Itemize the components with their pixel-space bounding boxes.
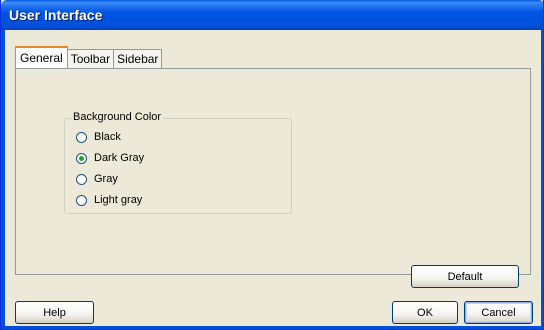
radio-black-label: Black (94, 131, 121, 143)
title-bar[interactable]: User Interface (1, 0, 543, 30)
radio-dark-gray-label: Dark Gray (94, 152, 145, 164)
radio-button-icon[interactable] (76, 194, 87, 206)
radio-black[interactable]: Black (76, 129, 121, 145)
radio-dark-gray[interactable]: Dark Gray (76, 150, 144, 166)
tab-panel-general: Background Color Black Dark Gray Gray Li… (15, 68, 531, 288)
radio-gray[interactable]: Gray (76, 171, 118, 187)
cancel-button[interactable]: Cancel (464, 301, 533, 324)
radio-button-icon[interactable] (76, 131, 87, 143)
radio-light-gray[interactable]: Light gray (76, 192, 142, 208)
help-button[interactable]: Help (15, 301, 94, 324)
ok-button[interactable]: OK (392, 301, 458, 324)
tab-general[interactable]: General (15, 46, 68, 68)
background-color-group-label: Background Color (71, 111, 164, 123)
radio-button-selected-icon[interactable] (76, 152, 87, 164)
radio-light-gray-label: Light gray (94, 194, 143, 206)
background-color-group: Background Color Black Dark Gray Gray Li… (64, 111, 292, 214)
dialog-client-area: General Toolbar Sidebar Background Color… (5, 30, 541, 326)
window-title: User Interface (9, 7, 103, 23)
default-button[interactable]: Default (411, 265, 519, 288)
dialog-window: User Interface General Toolbar Sidebar B… (0, 0, 544, 330)
tab-sidebar[interactable]: Sidebar (113, 49, 163, 68)
radio-button-icon[interactable] (76, 173, 87, 185)
radio-dot-icon (79, 155, 84, 161)
tab-toolbar[interactable]: Toolbar (66, 49, 115, 68)
tab-strip: General Toolbar Sidebar (15, 46, 163, 68)
radio-gray-label: Gray (94, 173, 118, 185)
